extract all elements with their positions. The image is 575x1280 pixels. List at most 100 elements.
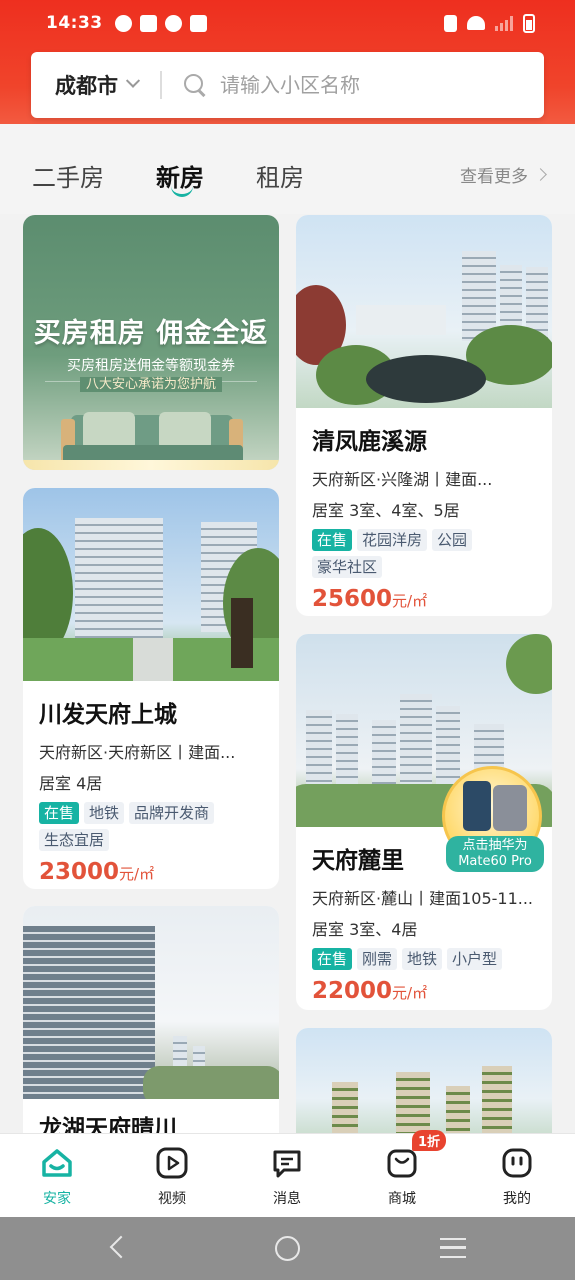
tag: 花园洋房 bbox=[357, 529, 428, 551]
nav-home[interactable]: 安家 bbox=[17, 1146, 97, 1208]
listing-card[interactable]: 川发天府上城 天府新区·天府新区丨建面... 居室 4居 在售 地铁 品牌开发商… bbox=[23, 488, 279, 889]
menu-icon[interactable] bbox=[440, 1238, 466, 1258]
tag-list: 在售 花园洋房 公园 豪华社区 bbox=[312, 529, 536, 578]
shield-icon bbox=[164, 14, 182, 32]
badge-line1: 点击抽华为 bbox=[462, 838, 528, 853]
back-icon[interactable] bbox=[109, 1235, 133, 1259]
status-time: 14:33 bbox=[46, 13, 103, 33]
chevron-down-icon bbox=[125, 73, 141, 88]
listing-card[interactable] bbox=[296, 1028, 552, 1146]
listing-rooms: 居室 4居 bbox=[39, 774, 103, 793]
listing-card[interactable]: 龙湖天府晴川 bbox=[23, 906, 279, 1146]
trees bbox=[143, 1066, 279, 1099]
chat-icon bbox=[273, 1150, 301, 1178]
tag-list: 在售 刚需 地铁 小户型 bbox=[312, 948, 536, 970]
promo-tagline: 八大安心承诺为您护航 bbox=[45, 377, 257, 401]
system-nav-bar bbox=[0, 1217, 575, 1280]
phone-icon bbox=[493, 785, 527, 831]
lottery-badge-label[interactable]: 点击抽华为 Mate60 Pro bbox=[446, 836, 544, 872]
price-value: 25600 bbox=[312, 586, 393, 612]
listing-photo bbox=[296, 1028, 552, 1146]
status-badge: 在售 bbox=[312, 529, 353, 551]
tag: 地铁 bbox=[84, 802, 125, 824]
view-more-link[interactable]: 查看更多 bbox=[460, 162, 547, 187]
listing-price: 25600元/㎡ bbox=[312, 586, 536, 612]
tag-list: 在售 地铁 品牌开发商 生态宜居 bbox=[39, 802, 263, 851]
header: 14:33 成都市 bbox=[0, 0, 575, 124]
search-input[interactable] bbox=[220, 73, 480, 97]
banner-trim bbox=[23, 460, 279, 470]
price-unit: 元/㎡ bbox=[392, 984, 428, 1002]
nav-label: 消息 bbox=[273, 1191, 301, 1207]
nav-profile[interactable]: 我的 bbox=[477, 1146, 557, 1208]
status-bar: 14:33 bbox=[0, 0, 575, 46]
window-icon bbox=[189, 14, 207, 32]
listing-photo bbox=[23, 906, 279, 1099]
listing-photo bbox=[296, 215, 552, 408]
divider bbox=[160, 71, 162, 99]
listing-card[interactable]: 清凤鹿溪源 天府新区·兴隆湖丨建面... 居室 3室、4室、5居 在售 花园洋房… bbox=[296, 215, 552, 616]
pool bbox=[366, 355, 486, 403]
status-badge: 在售 bbox=[312, 948, 353, 970]
promo-subtitle: 买房租房送佣金等额现金券 bbox=[67, 358, 235, 374]
listing-rooms: 居室 3室、4居 bbox=[312, 920, 418, 939]
bottom-nav: 安家 视频 消息 商城 1折 我的 bbox=[0, 1130, 575, 1217]
listing-price: 22000元/㎡ bbox=[312, 978, 536, 1004]
listing-name: 川发天府上城 bbox=[39, 702, 177, 728]
tag: 公园 bbox=[432, 529, 473, 551]
listing-address: 天府新区·兴隆湖丨建面... bbox=[312, 470, 493, 489]
search-icon bbox=[184, 74, 206, 96]
building bbox=[356, 305, 446, 335]
price-value: 22000 bbox=[312, 978, 393, 1004]
play-icon bbox=[156, 1147, 188, 1179]
active-tab-indicator bbox=[171, 186, 193, 197]
nav-label: 视频 bbox=[158, 1191, 186, 1207]
search-bar[interactable]: 成都市 bbox=[31, 52, 544, 118]
discount-badge: 1折 bbox=[412, 1130, 447, 1151]
shopping-bag-icon bbox=[387, 1149, 417, 1178]
promo-tagline-text: 八大安心承诺为您护航 bbox=[79, 377, 222, 392]
walkway bbox=[133, 638, 173, 681]
listing-price: 23000元/㎡ bbox=[39, 859, 263, 885]
status-badge: 在售 bbox=[39, 802, 80, 824]
tag: 豪华社区 bbox=[312, 556, 383, 578]
tag: 地铁 bbox=[402, 948, 443, 970]
nav-video[interactable]: 视频 bbox=[132, 1146, 212, 1208]
wifi-icon bbox=[467, 16, 485, 30]
listing-address: 天府新区·天府新区丨建面... bbox=[39, 743, 236, 762]
badge-line2: Mate60 Pro bbox=[458, 854, 532, 869]
tab-rent[interactable]: 租房 bbox=[256, 158, 304, 193]
battery-icon bbox=[523, 13, 535, 33]
price-unit: 元/㎡ bbox=[392, 592, 428, 610]
building bbox=[75, 518, 163, 638]
listing-name: 清凤鹿溪源 bbox=[312, 429, 427, 455]
nav-label: 安家 bbox=[43, 1191, 71, 1207]
tag: 小户型 bbox=[447, 948, 503, 970]
tab-second-hand[interactable]: 二手房 bbox=[32, 158, 104, 193]
home-icon[interactable] bbox=[275, 1236, 300, 1261]
listing-card[interactable]: 点击抽华为 Mate60 Pro 天府麓里 天府新区·麓山丨建面105-11..… bbox=[296, 634, 552, 1010]
vibrate-icon bbox=[444, 14, 457, 32]
chevron-right-icon bbox=[534, 168, 547, 181]
face-icon bbox=[502, 1148, 532, 1178]
category-tabs: 二手房 新房 租房 查看更多 bbox=[0, 124, 575, 214]
promo-title: 买房租房 佣金全返 bbox=[33, 318, 269, 349]
tree bbox=[506, 634, 552, 694]
nav-mall[interactable]: 商城 bbox=[362, 1146, 442, 1208]
city-selector[interactable]: 成都市 bbox=[55, 70, 118, 100]
price-value: 23000 bbox=[39, 859, 120, 885]
mail-icon bbox=[139, 14, 157, 32]
listing-photo bbox=[23, 488, 279, 681]
phone-icon bbox=[463, 781, 491, 831]
nav-messages[interactable]: 消息 bbox=[247, 1146, 327, 1208]
view-more-label: 查看更多 bbox=[460, 167, 528, 187]
listing-address: 天府新区·麓山丨建面105-11... bbox=[312, 889, 534, 908]
signpost bbox=[231, 598, 253, 668]
price-unit: 元/㎡ bbox=[119, 865, 155, 883]
tag: 刚需 bbox=[357, 948, 398, 970]
signal-icon bbox=[495, 15, 513, 31]
house-icon bbox=[42, 1149, 72, 1177]
nav-label: 我的 bbox=[503, 1191, 531, 1207]
promo-banner[interactable]: 买房租房 佣金全返 买房租房送佣金等额现金券 八大安心承诺为您护航 bbox=[23, 215, 279, 470]
listing-rooms: 居室 3室、4室、5居 bbox=[312, 501, 460, 520]
